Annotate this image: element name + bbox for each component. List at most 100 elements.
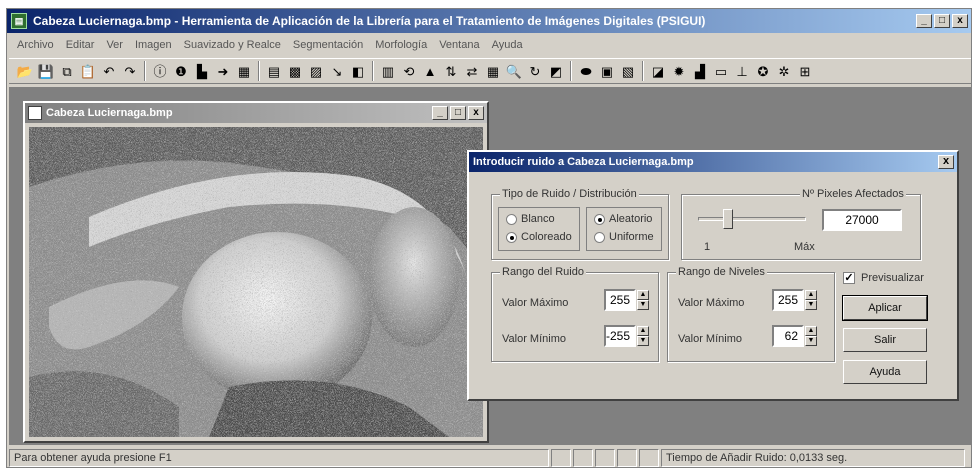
radio-blanco[interactable]: Blanco xyxy=(506,213,555,225)
noise-max-down-arrow-icon[interactable]: ▼ xyxy=(637,300,649,310)
ellipse-icon[interactable]: ⬬ xyxy=(576,61,596,81)
erode-icon[interactable]: ⊥ xyxy=(732,61,752,81)
slider-min-label: 1 xyxy=(704,241,711,253)
level-max-label: Valor Máximo xyxy=(678,297,745,309)
window-title: Cabeza Luciernaga.bmp - Herramienta de A… xyxy=(33,14,706,28)
paste-icon[interactable]: 📋 xyxy=(78,61,98,81)
menu-suavizado-realce[interactable]: Suavizado y Realce xyxy=(178,39,287,51)
edge-icon[interactable]: ↘ xyxy=(327,61,347,81)
exit-button[interactable]: Salir xyxy=(843,328,927,352)
radio-uniforme-circle[interactable] xyxy=(594,231,605,243)
dialog-close-button[interactable]: x xyxy=(938,155,954,169)
image-window-close-button[interactable]: x xyxy=(468,106,484,120)
noise-type-label: Tipo de Ruido / Distribución xyxy=(500,188,639,200)
layers-icon[interactable]: ◧ xyxy=(348,61,368,81)
skeleton-icon[interactable]: ✲ xyxy=(774,61,794,81)
radio-aleatorio[interactable]: Aleatorio xyxy=(594,213,652,225)
shape-icon[interactable]: ▲ xyxy=(420,61,440,81)
close-button[interactable]: x xyxy=(952,14,968,28)
menu-imagen[interactable]: Imagen xyxy=(129,39,178,51)
app-icon[interactable]: ▤ xyxy=(11,13,27,29)
crop-icon[interactable]: ◪ xyxy=(648,61,668,81)
radio-coloreado-label: Coloreado xyxy=(521,231,572,243)
menu-archivo[interactable]: Archivo xyxy=(11,39,60,51)
color-bars-icon[interactable]: ▤ xyxy=(264,61,284,81)
level-min-up-arrow-icon[interactable]: ▲ xyxy=(805,326,817,336)
image-window[interactable]: Cabeza Luciernaga.bmp _ □ x xyxy=(23,101,489,443)
dilate-icon[interactable]: ✪ xyxy=(753,61,773,81)
filter-icon[interactable]: ▩ xyxy=(285,61,305,81)
image-window-maximize-button[interactable]: □ xyxy=(450,106,466,120)
binary-icon[interactable]: ▥ xyxy=(378,61,398,81)
menu-segmentacion[interactable]: Segmentación xyxy=(287,39,369,51)
properties-icon[interactable]: ❶ xyxy=(171,61,191,81)
flip-vertical-icon[interactable]: ⇅ xyxy=(441,61,461,81)
arrow-icon[interactable]: ➜ xyxy=(213,61,233,81)
toolbar-separator xyxy=(570,61,572,81)
pixels-slider-track[interactable] xyxy=(698,217,806,221)
bars-icon[interactable]: ▟ xyxy=(690,61,710,81)
refresh-icon[interactable]: ↻ xyxy=(525,61,545,81)
menu-editar[interactable]: Editar xyxy=(60,39,101,51)
radio-uniforme[interactable]: Uniforme xyxy=(594,231,654,243)
redo-icon[interactable]: ↷ xyxy=(120,61,140,81)
noise-max-label: Valor Máximo xyxy=(502,297,569,309)
level-min-input[interactable]: 62 xyxy=(772,325,804,347)
open-folder-icon[interactable]: 📂 xyxy=(15,61,35,81)
level-max-down-arrow-icon[interactable]: ▼ xyxy=(805,300,817,310)
status-pane-2 xyxy=(573,449,593,467)
save-icon[interactable]: 💾 xyxy=(36,61,56,81)
status-pane-5 xyxy=(639,449,659,467)
rotate-icon[interactable]: ⟲ xyxy=(399,61,419,81)
image-window-minimize-button[interactable]: _ xyxy=(432,106,448,120)
palette-icon[interactable]: ▦ xyxy=(234,61,254,81)
table-icon[interactable]: ⊞ xyxy=(795,61,815,81)
menu-morfologia[interactable]: Morfología xyxy=(369,39,433,51)
info-icon[interactable]: ⓘ xyxy=(150,61,170,81)
level-min-down-arrow-icon[interactable]: ▼ xyxy=(805,336,817,346)
grid-icon[interactable]: ▦ xyxy=(483,61,503,81)
radio-uniforme-label: Uniforme xyxy=(609,231,654,243)
zoom-icon[interactable]: 🔍 xyxy=(504,61,524,81)
mdi-workspace: Cabeza Luciernaga.bmp _ □ x Introducir r… xyxy=(9,87,971,445)
noise-max-input[interactable]: 255 xyxy=(604,289,636,311)
noise-icon[interactable]: ▨ xyxy=(306,61,326,81)
status-pane-1 xyxy=(551,449,571,467)
radio-aleatorio-circle[interactable] xyxy=(594,213,605,225)
pixels-slider-thumb[interactable] xyxy=(722,209,733,229)
noisy-image-canvas[interactable] xyxy=(29,127,483,437)
noise-min-spinner[interactable]: ▲ ▼ xyxy=(637,326,649,346)
radio-blanco-circle[interactable] xyxy=(506,213,517,225)
image-icon[interactable]: ▭ xyxy=(711,61,731,81)
radio-coloreado[interactable]: Coloreado xyxy=(506,231,572,243)
image-window-title-bar: Cabeza Luciernaga.bmp _ □ x xyxy=(25,103,487,123)
copy-icon[interactable]: ⧉ xyxy=(57,61,77,81)
level-min-spinner[interactable]: ▲ ▼ xyxy=(805,326,817,346)
radio-coloreado-circle[interactable] xyxy=(506,231,517,243)
level-max-spinner[interactable]: ▲ ▼ xyxy=(805,290,817,310)
minimize-button[interactable]: _ xyxy=(916,14,932,28)
preview-checkbox[interactable]: ✓ xyxy=(843,272,855,284)
sun-icon[interactable]: ✹ xyxy=(669,61,689,81)
noise-max-spinner[interactable]: ▲ ▼ xyxy=(637,290,649,310)
mosaic-icon[interactable]: ▧ xyxy=(618,61,638,81)
help-button[interactable]: Ayuda xyxy=(843,360,927,384)
maximize-button[interactable]: □ xyxy=(934,14,950,28)
undo-icon[interactable]: ↶ xyxy=(99,61,119,81)
apply-button[interactable]: Aplicar xyxy=(842,295,928,321)
level-max-up-arrow-icon[interactable]: ▲ xyxy=(805,290,817,300)
histogram-icon[interactable]: ▙ xyxy=(192,61,212,81)
affected-pixels-input[interactable]: 27000 xyxy=(822,209,902,231)
flip-horizontal-icon[interactable]: ⇄ xyxy=(462,61,482,81)
level-max-input[interactable]: 255 xyxy=(772,289,804,311)
menu-ver[interactable]: Ver xyxy=(100,39,129,51)
noise-min-input[interactable]: -255 xyxy=(604,325,636,347)
menu-ayuda[interactable]: Ayuda xyxy=(486,39,529,51)
toolbar-separator xyxy=(144,61,146,81)
noise-min-up-arrow-icon[interactable]: ▲ xyxy=(637,326,649,336)
noise-min-down-arrow-icon[interactable]: ▼ xyxy=(637,336,649,346)
frame-icon[interactable]: ◩ xyxy=(546,61,566,81)
menu-ventana[interactable]: Ventana xyxy=(433,39,485,51)
noise-max-up-arrow-icon[interactable]: ▲ xyxy=(637,290,649,300)
window-icon[interactable]: ▣ xyxy=(597,61,617,81)
